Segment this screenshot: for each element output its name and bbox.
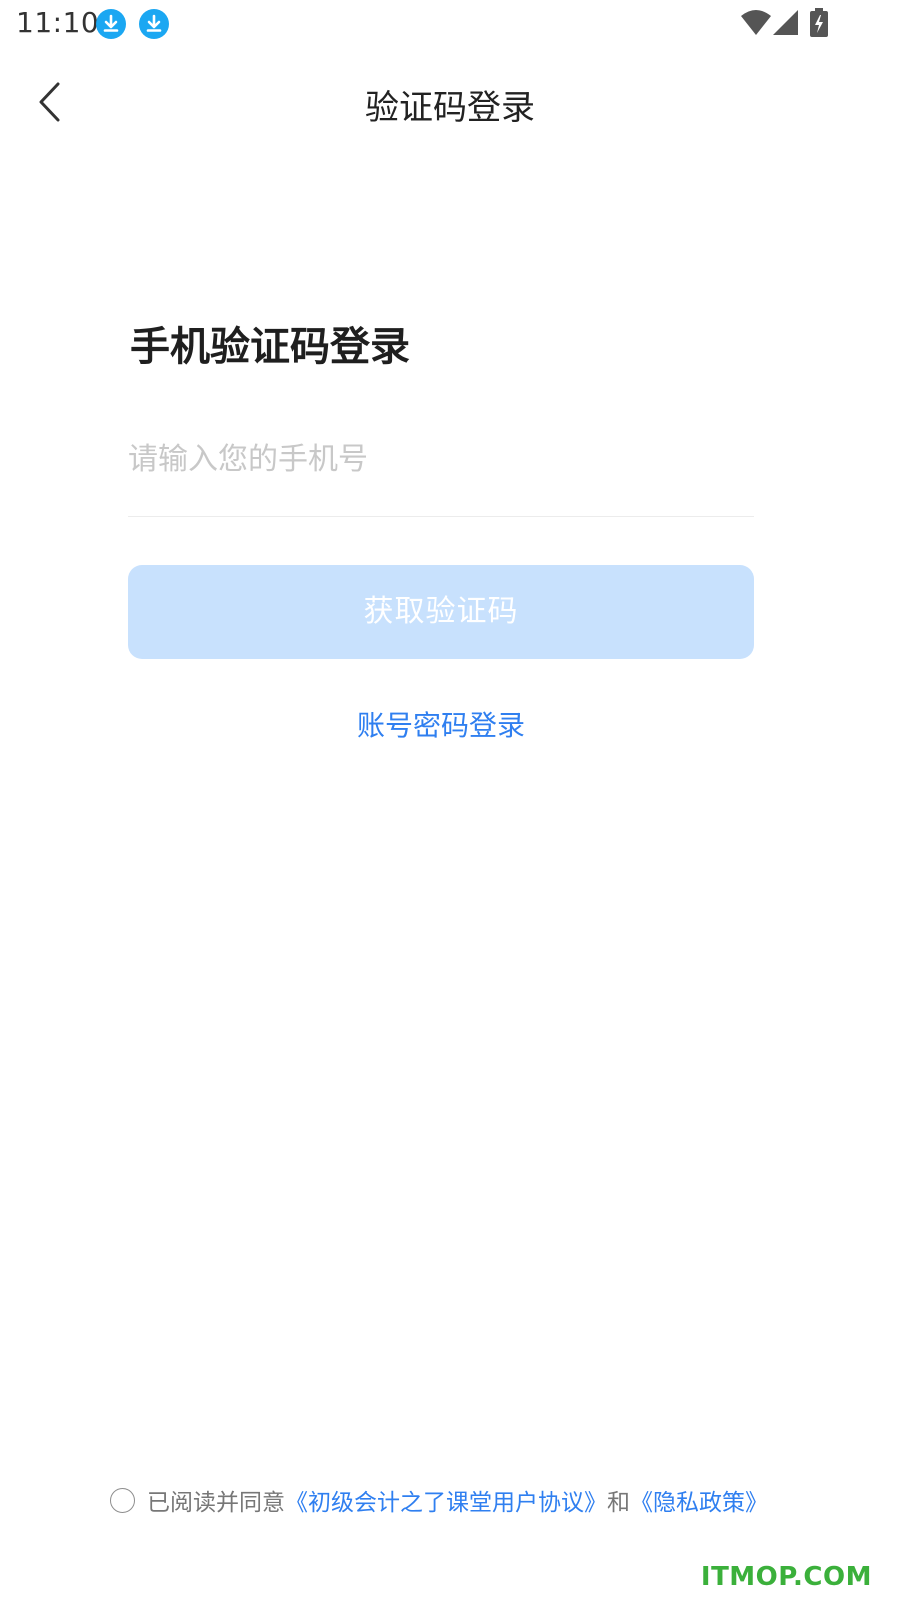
signal-icon [772, 8, 800, 40]
page-title: 验证码登录 [365, 88, 535, 128]
agreement-text: 已阅读并同意《初级会计之了课堂用户协议》和《隐私政策》 [147, 1488, 768, 1518]
download-icon [96, 9, 126, 39]
agreement-conjunction: 和 [607, 1490, 630, 1516]
login-heading: 手机验证码登录 [130, 324, 410, 370]
user-agreement-link[interactable]: 《初级会计之了课堂用户协议》 [285, 1490, 607, 1516]
download-icon [139, 9, 169, 39]
input-divider [128, 516, 754, 517]
watermark: ITMOP.COM [700, 1562, 872, 1592]
status-bar: 11:10 [0, 0, 900, 50]
privacy-policy-link[interactable]: 《隐私政策》 [630, 1490, 768, 1516]
password-login-link[interactable]: 账号密码登录 [0, 704, 882, 744]
agreement-prefix: 已阅读并同意 [147, 1490, 285, 1516]
login-screen: 11:10 验证码登录 手机验证码登录 请输入您的手机号 获取验证码 账号密码登… [0, 0, 900, 1600]
agreement-checkbox[interactable] [110, 1488, 135, 1513]
phone-number-input[interactable] [128, 430, 753, 488]
get-verification-code-button[interactable]: 获取验证码 [128, 565, 754, 659]
status-time: 11:10 [16, 6, 100, 39]
app-header: 验证码登录 [0, 60, 900, 150]
battery-charging-icon [808, 8, 830, 42]
wifi-icon [740, 8, 772, 40]
